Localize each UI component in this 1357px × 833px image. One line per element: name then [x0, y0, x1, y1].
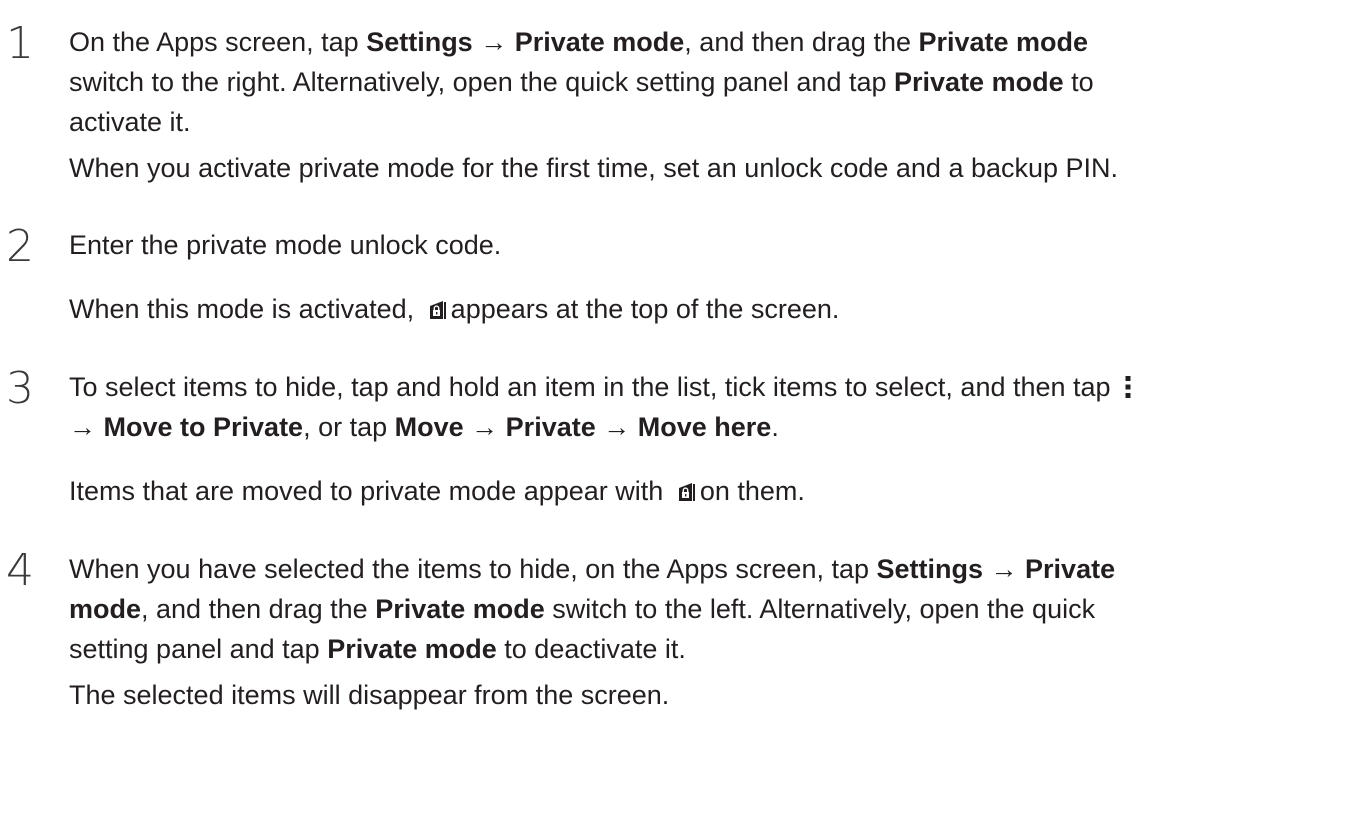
bold-term: Private mode	[327, 634, 497, 664]
text-line: Enter the private mode unlock code.	[69, 225, 1354, 265]
text-run: to deactivate it.	[496, 634, 686, 664]
text-line: Items that are moved to private mode app…	[69, 471, 1354, 511]
text-run: appears at the top of the screen.	[450, 294, 840, 324]
text-run: activate it.	[69, 107, 191, 137]
step-instruction: When you have selected the items to hide…	[69, 549, 1354, 669]
bold-term: Settings	[876, 554, 984, 584]
bold-term: mode	[69, 594, 142, 624]
text-run: to	[1063, 67, 1094, 97]
text-run: , and then drag the	[684, 27, 919, 57]
bold-term: Move	[394, 412, 464, 442]
step-number: 4	[6, 545, 34, 596]
step-instruction: To select items to hide, tap and hold an…	[69, 367, 1354, 447]
text-run: The selected items will disappear from t…	[69, 680, 670, 710]
bold-term: Private mode	[514, 27, 685, 57]
text-run: →	[595, 412, 638, 442]
text-line: The selected items will disappear from t…	[69, 675, 1354, 715]
text-run: When you have selected the items to hide…	[69, 554, 877, 584]
text-line: → Move to Private, or tap Move → Private…	[69, 407, 1354, 447]
text-line: When you have selected the items to hide…	[69, 549, 1354, 589]
private-mode-lock-icon	[677, 473, 696, 501]
text-run: →	[472, 27, 515, 57]
text-run: switch to the left. Alternatively, open …	[544, 594, 1096, 624]
bold-term: Private	[505, 412, 596, 442]
text-run: When this mode is activated,	[69, 294, 422, 324]
text-run: Enter the private mode unlock code.	[69, 230, 502, 260]
step-number: 3	[6, 363, 34, 414]
text-run: To select items to hide, tap and hold an…	[69, 372, 1119, 402]
text-run: , and then drag the	[141, 594, 376, 624]
private-mode-lock-icon	[428, 291, 447, 319]
step-instruction: On the Apps screen, tap Settings → Priva…	[69, 22, 1354, 142]
bold-term: Move to Private	[103, 412, 304, 442]
bold-term: Private mode	[375, 594, 545, 624]
text-run: .	[771, 412, 779, 442]
text-line: switch to the right. Alternatively, open…	[69, 62, 1354, 102]
text-run: on them.	[699, 476, 805, 506]
text-line: mode, and then drag the Private mode swi…	[69, 589, 1354, 629]
step-number: 1	[6, 18, 34, 69]
bold-term: Private	[1025, 554, 1116, 584]
bold-term: Private mode	[918, 27, 1089, 57]
text-line: When this mode is activated, appears at …	[69, 289, 1354, 329]
text-run: , or tap	[303, 412, 395, 442]
step-instruction: Enter the private mode unlock code.	[69, 225, 1354, 265]
step-number: 2	[6, 221, 34, 272]
text-run: On the Apps screen, tap	[69, 27, 367, 57]
bold-term: Settings	[366, 27, 473, 57]
step-note: The selected items will disappear from t…	[69, 675, 1354, 715]
text-run: setting panel and tap	[69, 634, 328, 664]
text-run: switch to the right. Alternatively, open…	[69, 67, 895, 97]
text-run: →	[463, 412, 506, 442]
text-line: activate it.	[69, 102, 1354, 142]
text-run: Items that are moved to private mode app…	[69, 476, 671, 506]
text-line: When you activate private mode for the f…	[69, 148, 1354, 188]
bold-term: Move here	[637, 412, 772, 442]
text-run: When you activate private mode for the f…	[69, 153, 1119, 183]
text-line: setting panel and tap Private mode to de…	[69, 629, 1354, 669]
bold-term: Private mode	[894, 67, 1064, 97]
text-line: To select items to hide, tap and hold an…	[69, 367, 1354, 407]
text-line: On the Apps screen, tap Settings → Priva…	[69, 22, 1354, 62]
step-note: When you activate private mode for the f…	[69, 148, 1354, 188]
text-run: →	[69, 412, 104, 442]
more-options-icon	[1124, 371, 1132, 398]
step-note: When this mode is activated, appears at …	[69, 289, 1354, 329]
step-note: Items that are moved to private mode app…	[69, 471, 1354, 511]
text-run: →	[983, 554, 1026, 584]
